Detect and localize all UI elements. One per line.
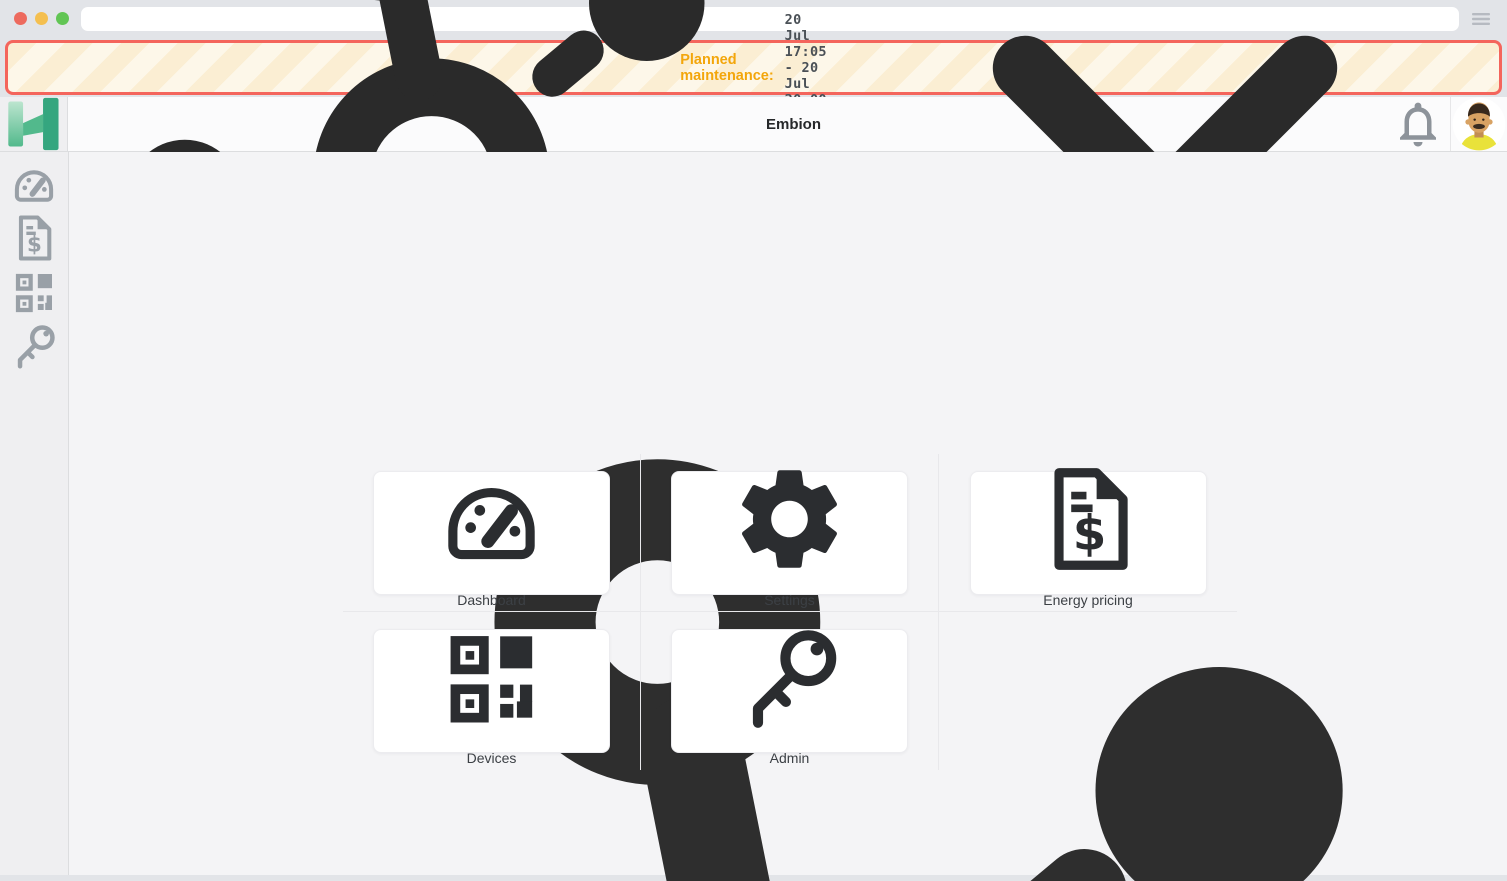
app-window: Embion $ bbox=[0, 97, 1507, 875]
gauge-icon bbox=[0, 157, 68, 211]
app-header: Embion bbox=[0, 97, 1507, 152]
notifications-button[interactable] bbox=[1386, 97, 1450, 151]
h-logo-icon bbox=[0, 97, 67, 151]
main-content: Welcome Embion Dashboard Set bbox=[69, 152, 1507, 875]
workspace-name: Embion bbox=[766, 116, 821, 133]
header-actions bbox=[1386, 97, 1507, 151]
invoice-icon: $ bbox=[0, 211, 68, 265]
card-admin[interactable]: Admin bbox=[671, 629, 908, 753]
grid-empty-cell bbox=[939, 612, 1237, 770]
card-label: Devices bbox=[467, 750, 517, 766]
close-window-button[interactable] bbox=[14, 12, 27, 25]
card-label: Settings bbox=[764, 592, 815, 608]
key-icon bbox=[672, 616, 907, 738]
sidebar-item-dashboard[interactable] bbox=[0, 157, 68, 211]
card-label: Energy pricing bbox=[1043, 592, 1133, 608]
gear-icon bbox=[672, 458, 907, 580]
window-controls bbox=[14, 12, 69, 25]
zoom-window-button[interactable] bbox=[56, 12, 69, 25]
sidebar-item-devices[interactable] bbox=[0, 265, 68, 319]
svg-text:$: $ bbox=[1072, 505, 1106, 561]
grid-cell: Dashboard bbox=[343, 454, 641, 612]
grid-cell: Settings bbox=[641, 454, 939, 612]
qr-code-icon bbox=[0, 265, 68, 319]
app-body: $ Welcome Embion bbox=[0, 152, 1507, 875]
card-settings[interactable]: Settings bbox=[671, 471, 908, 595]
avatar bbox=[1451, 97, 1507, 151]
card-dashboard[interactable]: Dashboard bbox=[373, 471, 610, 595]
grid-cell: $ Energy pricing bbox=[939, 454, 1237, 612]
minimize-window-button[interactable] bbox=[35, 12, 48, 25]
navigation-card-grid: Dashboard Settings $ Energy pricing bbox=[343, 454, 1237, 770]
qr-code-icon bbox=[374, 616, 609, 738]
card-energy-pricing[interactable]: $ Energy pricing bbox=[970, 471, 1207, 595]
user-menu-button[interactable] bbox=[1451, 97, 1507, 151]
card-label: Admin bbox=[770, 750, 810, 766]
grid-cell: Admin bbox=[641, 612, 939, 770]
screen: Planned maintenance: 20 Jul 17:05 - 20 J… bbox=[0, 0, 1507, 881]
svg-text:$: $ bbox=[27, 233, 42, 258]
sidebar-item-energy-pricing[interactable]: $ bbox=[0, 211, 68, 265]
invoice-icon: $ bbox=[971, 458, 1206, 580]
card-devices[interactable]: Devices bbox=[373, 629, 610, 753]
gauge-icon bbox=[374, 458, 609, 580]
home-logo-button[interactable] bbox=[0, 97, 68, 151]
grid-cell: Devices bbox=[343, 612, 641, 770]
card-label: Dashboard bbox=[457, 592, 526, 608]
bell-icon bbox=[1386, 97, 1450, 151]
